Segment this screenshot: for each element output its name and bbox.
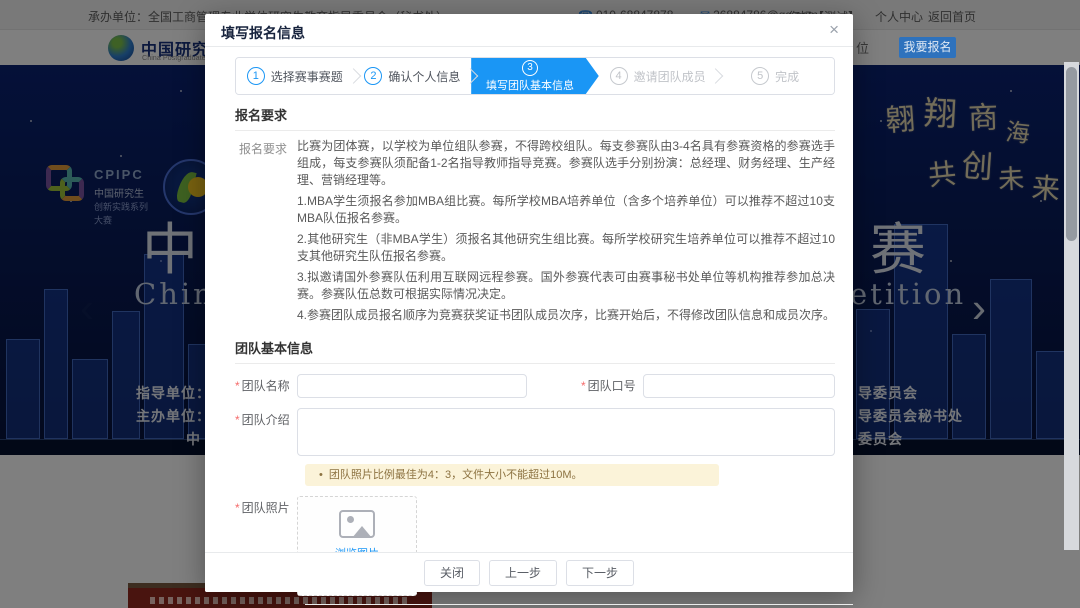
team-intro-textarea[interactable] bbox=[297, 408, 835, 456]
step-label: 邀请团队成员 bbox=[634, 68, 706, 85]
requirement-paragraph: 2.其他研究生（非MBA学生）须报名其他研究生组比赛。每所学校研究生培养单位可以… bbox=[297, 231, 835, 265]
page-scrollbar-track[interactable] bbox=[1064, 62, 1079, 550]
step-select-topic: 1 选择赛事赛题 bbox=[236, 58, 354, 94]
step-label: 填写团队基本信息 bbox=[486, 77, 574, 93]
step-number: 5 bbox=[751, 67, 769, 85]
screen: 承办单位：全国工商管理专业学位研究生教育指导委员会（秘书处） ☎010-6884… bbox=[0, 0, 1080, 608]
step-number: 4 bbox=[610, 67, 628, 85]
dialog-title: 填写报名信息 bbox=[221, 23, 305, 43]
photo-notice: • 团队照片比例最佳为4：3，文件大小不能超过10M。 bbox=[305, 464, 719, 486]
requirement-paragraph: 4.参赛团队成员报名顺序为竞赛获奖证书团队成员次序，比赛开始后，不得修改团队信息… bbox=[297, 307, 835, 324]
bullet-icon: • bbox=[319, 469, 323, 481]
step-team-info-active: 3 填写团队基本信息 bbox=[471, 58, 599, 94]
requirements-section-title: 报名要求 bbox=[235, 95, 835, 131]
step-invite-members: 4 邀请团队成员 bbox=[599, 58, 717, 94]
team-slogan-label: 团队口号 bbox=[581, 374, 643, 398]
requirements-text: 比赛为团体赛，以学校为单位组队参赛，不得跨校组队。每支参赛队由3-4名具有参赛资… bbox=[297, 138, 835, 328]
close-button[interactable]: 关闭 bbox=[424, 560, 480, 586]
step-number: 2 bbox=[364, 67, 382, 85]
team-name-label: 团队名称 bbox=[235, 374, 297, 398]
close-icon[interactable]: × bbox=[829, 20, 839, 40]
team-slogan-input[interactable] bbox=[643, 374, 835, 398]
prev-step-button[interactable]: 上一步 bbox=[489, 560, 557, 586]
requirement-paragraph: 比赛为团体赛，以学校为单位组队参赛，不得跨校组队。每支参赛队由3-4名具有参赛资… bbox=[297, 138, 835, 189]
team-intro-label: 团队介绍 bbox=[235, 408, 297, 432]
next-step-button[interactable]: 下一步 bbox=[566, 560, 634, 586]
step-label: 确认个人信息 bbox=[388, 68, 460, 85]
team-section-title: 团队基本信息 bbox=[235, 328, 835, 364]
page-scrollbar-thumb[interactable] bbox=[1066, 67, 1077, 241]
step-finish: 5 完成 bbox=[716, 58, 834, 94]
requirement-paragraph: 1.MBA学生须报名参加MBA组比赛。每所学校MBA培养单位（含多个培养单位）可… bbox=[297, 193, 835, 227]
photo-notice-text: 团队照片比例最佳为4：3，文件大小不能超过10M。 bbox=[329, 469, 583, 481]
step-number: 3 bbox=[522, 60, 538, 76]
step-label: 完成 bbox=[775, 68, 799, 85]
dialog-footer: 关闭 上一步 下一步 bbox=[205, 552, 853, 592]
team-photo-label: 团队照片 bbox=[235, 496, 297, 520]
picture-icon bbox=[339, 510, 375, 538]
team-name-input[interactable] bbox=[297, 374, 527, 398]
registration-dialog: 填写报名信息 × 1 选择赛事赛题 2 确认个人信息 3 填写团队基本信息 4 bbox=[205, 14, 853, 592]
step-label: 选择赛事赛题 bbox=[271, 68, 343, 85]
register-button[interactable]: 我要报名 bbox=[899, 37, 956, 58]
dialog-header: 填写报名信息 × bbox=[205, 14, 853, 47]
stepper: 1 选择赛事赛题 2 确认个人信息 3 填写团队基本信息 4 邀请团队成员 5 bbox=[235, 57, 835, 95]
requirements-label: 报名要求 bbox=[235, 138, 297, 328]
requirement-paragraph: 3.拟邀请国外参赛队伍利用互联网远程参赛。国外参赛代表可由赛事秘书处单位等机构推… bbox=[297, 269, 835, 303]
nav-item-partial[interactable]: 位 bbox=[856, 38, 869, 57]
section-divider bbox=[305, 604, 853, 605]
step-number: 1 bbox=[247, 67, 265, 85]
step-confirm-info: 2 确认个人信息 bbox=[354, 58, 472, 94]
